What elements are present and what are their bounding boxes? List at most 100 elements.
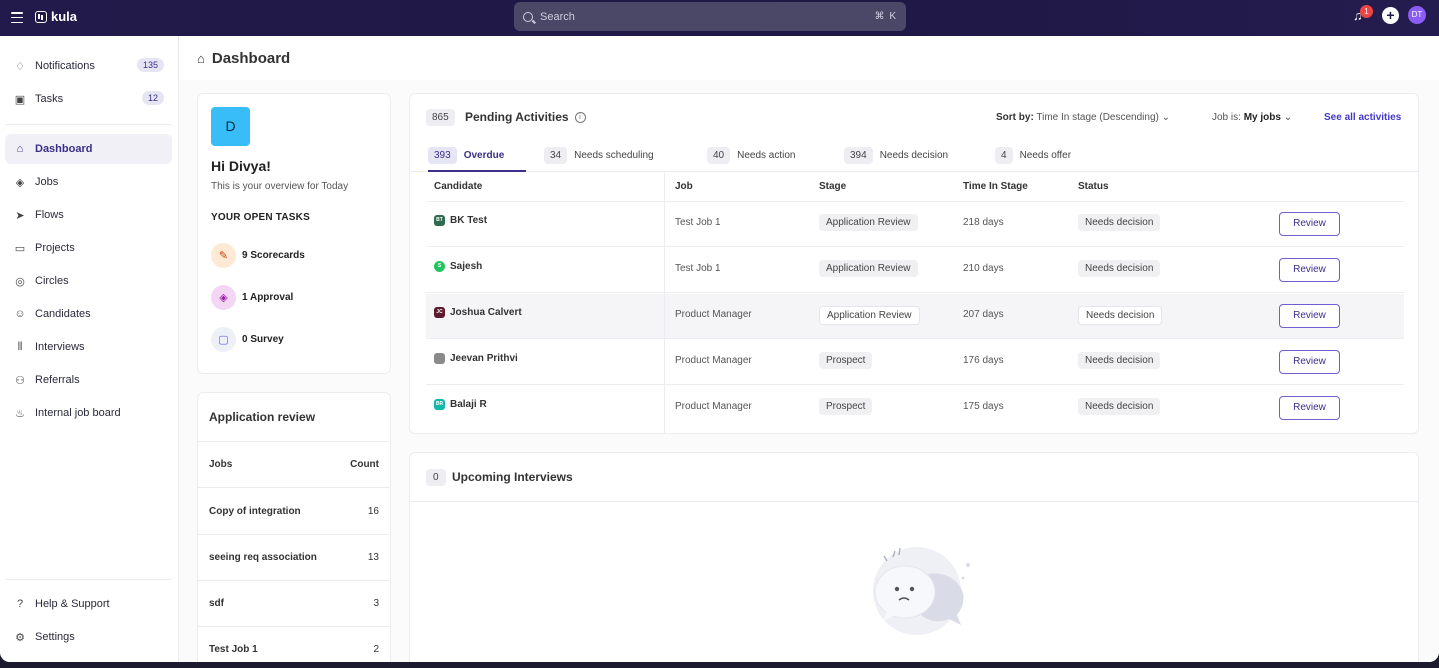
sidebar-item-tasks[interactable]: ▣ Tasks 12	[5, 84, 172, 114]
sidebar-item-label: Settings	[35, 631, 75, 643]
job-name: Test Job 1	[209, 643, 258, 655]
candidate-cell[interactable]: JC Joshua Calvert	[434, 307, 522, 318]
see-all-activities-link[interactable]: See all activities	[1324, 112, 1401, 123]
top-right-actions: ♫ 1 + DT	[1353, 5, 1426, 24]
table-row[interactable]: S Sajesh Test Job 1 Application Review 2…	[426, 248, 1404, 293]
job-name: Product Manager	[675, 355, 752, 366]
job-filter-dropdown[interactable]: Job is: My jobs ⌄	[1212, 112, 1292, 123]
tab-needs-action[interactable]: 40 Needs action	[707, 147, 796, 172]
table-row[interactable]: Copy of integration 16	[209, 488, 379, 534]
job-count: 16	[367, 505, 379, 517]
status-badge: Needs decision	[1078, 260, 1161, 277]
job-name: sdf	[209, 597, 224, 609]
sidebar-item-interviews[interactable]: ⦀ Interviews	[5, 332, 172, 362]
sidebar-item-label: Projects	[35, 242, 75, 254]
tab-label: Overdue	[463, 150, 505, 161]
upcoming-interviews-title: Upcoming Interviews	[452, 470, 573, 484]
candidate-cell[interactable]: S Sajesh	[434, 261, 482, 272]
table-row[interactable]: Test Job 1 2	[209, 626, 379, 662]
time-in-stage: 175 days	[963, 401, 1004, 412]
job-count: 13	[367, 551, 379, 563]
job-filter-label: Job is:	[1212, 112, 1241, 123]
review-button[interactable]: Review	[1279, 258, 1340, 282]
tab-label: Needs action	[737, 150, 796, 161]
folder-icon: ▭	[14, 242, 26, 255]
job-name: seeing req association	[209, 551, 317, 563]
chevron-down-icon: ⌄	[1283, 112, 1293, 123]
stage-badge: Application Review	[819, 214, 918, 231]
search-bar[interactable]: Search ⌘ K	[514, 2, 906, 31]
application-review-header: Jobs Count	[209, 459, 379, 470]
task-approval[interactable]: ◈ 1 Approval	[211, 284, 293, 310]
greeting-subtitle: This is your overview for Today	[211, 181, 349, 192]
candidate-cell[interactable]: BT BK Test	[434, 215, 487, 226]
time-in-stage: 176 days	[963, 355, 1004, 366]
review-button[interactable]: Review	[1279, 212, 1340, 236]
top-bar: kula Search ⌘ K ♫ 1 + DT	[0, 0, 1439, 36]
candidate-cell[interactable]: BR Balaji R	[434, 399, 487, 410]
notification-badge: 1	[1360, 5, 1373, 18]
task-survey[interactable]: ▢ 0 Survey	[211, 326, 284, 352]
tab-overdue[interactable]: 393 Overdue	[428, 147, 526, 172]
user-avatar[interactable]: DT	[1408, 6, 1426, 24]
sidebar-item-flows[interactable]: ➤ Flows	[5, 200, 172, 230]
candidate-name: Jeevan Prithvi	[450, 353, 518, 364]
table-row[interactable]: BT BK Test Test Job 1 Application Review…	[426, 202, 1404, 247]
search-icon	[523, 11, 533, 22]
sidebar-item-projects[interactable]: ▭ Projects	[5, 233, 172, 263]
tab-label: Needs offer	[1019, 150, 1072, 161]
time-in-stage: 218 days	[963, 217, 1004, 228]
sidebar-item-candidates[interactable]: ☺ Candidates	[5, 299, 172, 329]
sidebar-item-settings[interactable]: ⚙ Settings	[5, 622, 172, 652]
column-divider	[664, 172, 665, 434]
user-plus-icon: ⚇	[15, 374, 25, 387]
empty-state-sad-face-icon	[873, 547, 970, 635]
brand-logo[interactable]: kula	[35, 9, 77, 24]
table-row[interactable]: BR Balaji R Product Manager Prospect 175…	[426, 386, 1404, 431]
review-button[interactable]: Review	[1279, 350, 1340, 374]
sidebar-item-dashboard[interactable]: ⌂ Dashboard	[5, 134, 172, 164]
gear-icon: ⚙	[15, 631, 25, 644]
table-row[interactable]: JC Joshua Calvert Product Manager Applic…	[426, 294, 1404, 339]
sidebar-item-label: Referrals	[35, 374, 80, 386]
tab-needs-offer[interactable]: 4 Needs offer	[995, 147, 1071, 172]
pending-title-text: Pending Activities	[465, 110, 569, 124]
sort-dropdown[interactable]: Sort by: Time In stage (Descending) ⌄	[996, 112, 1170, 123]
info-icon[interactable]: i	[574, 111, 586, 123]
tab-needs-decision[interactable]: 394 Needs decision	[844, 147, 948, 172]
sidebar-item-label: Jobs	[35, 176, 59, 188]
sidebar-item-jobs[interactable]: ◈ Jobs	[5, 167, 172, 197]
user-avatar-large: D	[211, 107, 250, 146]
sidebar-item-internal-job-board[interactable]: ♨ Internal job board	[5, 398, 172, 428]
sidebar-item-help-support[interactable]: ? Help & Support	[5, 589, 172, 619]
sidebar-divider	[5, 124, 172, 125]
tab-needs-scheduling[interactable]: 34 Needs scheduling	[544, 147, 654, 172]
menu-icon[interactable]	[11, 12, 23, 23]
column-time-in-stage: Time In Stage	[963, 181, 1028, 192]
sidebar: ♢ Notifications 135 ▣ Tasks 12 ⌂ Dashboa…	[0, 36, 179, 662]
avatar: JC	[434, 307, 445, 318]
status-badge: Needs decision	[1078, 398, 1161, 415]
job-name: Copy of integration	[209, 505, 301, 517]
notification-bell[interactable]: ♫ 1	[1353, 5, 1373, 23]
add-button[interactable]: +	[1382, 6, 1399, 24]
table-row[interactable]: Jeevan Prithvi Product Manager Prospect …	[426, 340, 1404, 385]
task-scorecards[interactable]: ✎ 9 Scorecards	[211, 242, 305, 268]
sidebar-item-referrals[interactable]: ⚇ Referrals	[5, 365, 172, 395]
chevron-down-icon: ⌄	[1161, 112, 1171, 123]
tab-count: 4	[995, 147, 1013, 164]
sidebar-item-label: Flows	[35, 209, 64, 221]
tasks-count: 12	[141, 91, 164, 105]
sidebar-item-circles[interactable]: ◎ Circles	[5, 266, 172, 296]
table-row[interactable]: sdf 3	[209, 580, 379, 626]
candidate-cell[interactable]: Jeevan Prithvi	[434, 353, 518, 364]
sidebar-item-notifications[interactable]: ♢ Notifications 135	[5, 51, 172, 81]
column-jobs: Jobs	[209, 459, 233, 470]
candidate-name: BK Test	[450, 215, 488, 226]
review-button[interactable]: Review	[1279, 304, 1340, 328]
task-label: 0 Survey	[242, 333, 284, 345]
review-button[interactable]: Review	[1279, 396, 1340, 420]
app-window: kula Search ⌘ K ♫ 1 + DT ♢ Notifications…	[0, 0, 1439, 662]
job-name: Product Manager	[675, 401, 752, 412]
table-row[interactable]: seeing req association 13	[209, 534, 379, 580]
